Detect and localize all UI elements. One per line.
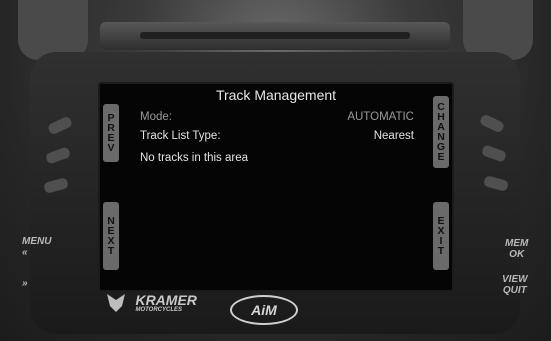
page-title: Track Management: [215, 87, 337, 103]
forward-arrow-icon: »: [22, 278, 28, 289]
menu-label: MENU: [22, 236, 52, 247]
exit-button[interactable]: E X I T: [433, 202, 449, 270]
prev-label: P R E V: [107, 112, 115, 154]
shift-light-bar: [100, 22, 450, 50]
mem-ok-button[interactable]: MEM OK: [505, 238, 528, 260]
aim-logo: AiM: [230, 295, 298, 325]
dash-display: Track Management Mode: AUTOMATIC Track L…: [0, 0, 551, 341]
mount-left: [18, 0, 88, 60]
change-label: C H A N G E: [436, 101, 446, 163]
kramer-wordmark: KRAMER: [135, 291, 197, 308]
forward-button[interactable]: »: [22, 278, 28, 289]
mode-label: Mode:: [140, 111, 172, 123]
change-button[interactable]: C H A N G E: [433, 96, 449, 168]
kramer-logo-icon: [107, 294, 125, 312]
mount-right: [463, 0, 533, 60]
menu-arrow-icon: «: [22, 247, 28, 258]
track-list-type-label: Track List Type:: [140, 130, 221, 142]
next-button[interactable]: N E X T: [103, 202, 119, 270]
next-label: N E X T: [107, 215, 115, 257]
exit-label: E X I T: [437, 215, 445, 257]
menu-button[interactable]: MENU «: [22, 236, 51, 258]
prev-button[interactable]: P R E V: [103, 104, 119, 162]
lcd-screen: Track Management Mode: AUTOMATIC Track L…: [98, 82, 454, 292]
no-tracks-message: No tracks in this area: [140, 152, 249, 164]
kramer-subtitle: MOTORCYCLES: [135, 306, 183, 313]
view-quit-button[interactable]: VIEW QUIT: [502, 274, 528, 296]
mode-value: AUTOMATIC: [347, 111, 414, 123]
track-list-type-value: Nearest: [373, 130, 414, 142]
kramer-logo: KRAMER MOTORCYCLES: [105, 292, 197, 314]
